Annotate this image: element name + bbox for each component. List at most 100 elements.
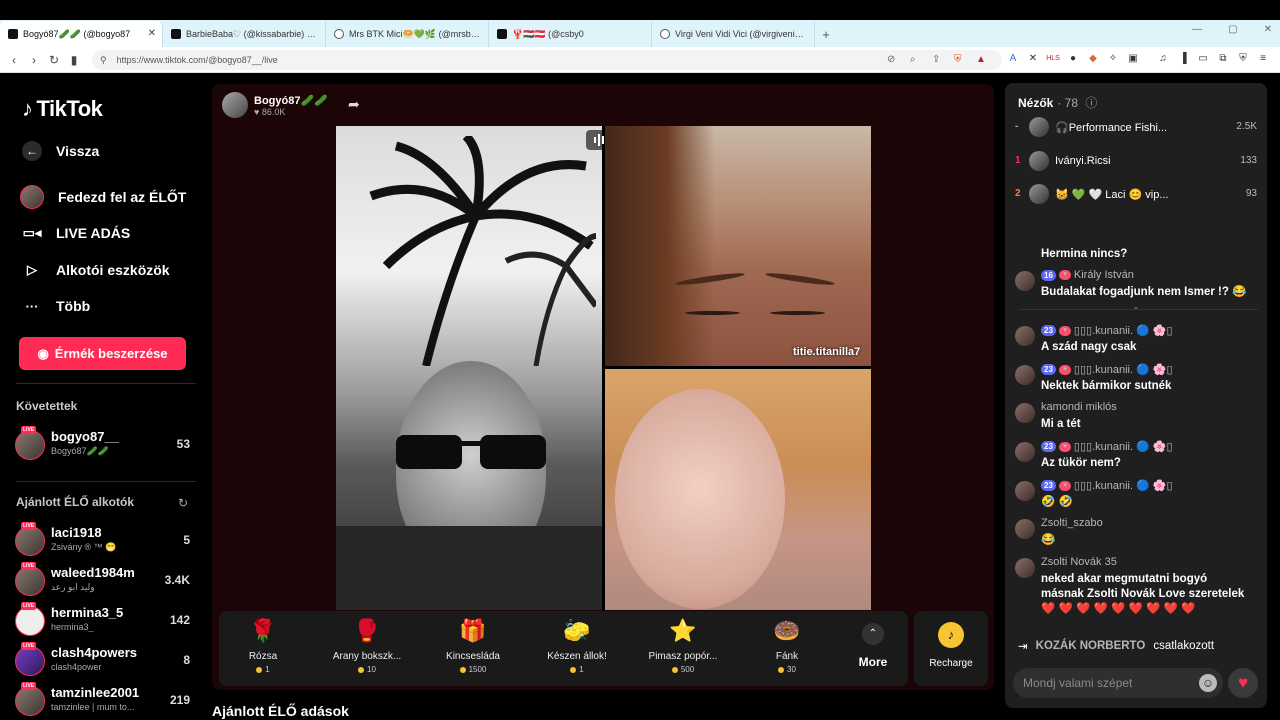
bookmark-icon[interactable]: ▮ bbox=[64, 53, 84, 67]
viewer-row[interactable]: 1 Iványi.Ricsi 133 bbox=[1013, 151, 1261, 173]
forward-icon[interactable]: › bbox=[24, 53, 44, 67]
message-user[interactable]: ▯▯▯.kunanii. 🔵 🌸▯ bbox=[1074, 324, 1173, 337]
site-info-icon[interactable]: ⚲ bbox=[100, 55, 107, 66]
arrow-left-icon: ← bbox=[22, 141, 42, 161]
share-icon[interactable]: ➦ bbox=[348, 96, 360, 113]
viewer-count: 53 bbox=[176, 437, 190, 451]
extension-translate-icon[interactable]: A bbox=[1006, 52, 1020, 66]
join-user[interactable]: KOZÁK NORBERTO bbox=[1036, 640, 1146, 652]
nav-explore-live[interactable]: Fedezd fel az ÉLŐT bbox=[20, 185, 186, 209]
nav-creator-tools[interactable]: ▷ Alkotói eszközök bbox=[22, 260, 170, 280]
suggested-item[interactable]: LIVE waleed1984m وليد ابو رعد 3.4K bbox=[15, 562, 195, 598]
viewer-row[interactable]: - 🎧Performance Fishi... 2.5K bbox=[1013, 117, 1261, 139]
message-user[interactable]: ▯▯▯.kunanii. 🔵 🌸▯ bbox=[1074, 479, 1173, 492]
message-header: Zsolti_szabo bbox=[1041, 517, 1103, 529]
message-user[interactable]: Király István bbox=[1074, 269, 1134, 281]
emoji-icon[interactable]: ☺ bbox=[1199, 674, 1217, 692]
avatar[interactable] bbox=[1015, 519, 1035, 539]
join-text: csatlakozott bbox=[1153, 640, 1215, 652]
avatar[interactable] bbox=[1015, 442, 1035, 462]
video-grid[interactable]: titie.titanilla7 bbox=[336, 126, 871, 610]
close-window-icon[interactable]: ✕ bbox=[1264, 24, 1272, 35]
extensions-puzzle-icon[interactable]: ✧ bbox=[1106, 52, 1120, 66]
rewards-icon[interactable]: ▲ bbox=[976, 54, 986, 65]
avatar bbox=[20, 185, 44, 209]
viewers-header[interactable]: Nézők · 78 ⓘ bbox=[1018, 94, 1097, 111]
avatar[interactable] bbox=[1015, 481, 1035, 501]
more-gifts-button[interactable]: ⌃ More bbox=[853, 623, 893, 669]
extension-icon[interactable]: ▣ bbox=[1126, 52, 1140, 66]
vpn-icon[interactable]: ⛨ bbox=[1236, 52, 1250, 66]
get-coins-button[interactable]: ◉ Érmék beszerzése bbox=[19, 337, 186, 370]
tiktok-logo[interactable]: ♪ TikTok bbox=[22, 96, 103, 122]
viewer-count: 3.4K bbox=[164, 573, 190, 587]
avatar[interactable] bbox=[1015, 403, 1035, 423]
nav-go-live[interactable]: ▭◂ LIVE ADÁS bbox=[22, 223, 131, 243]
url-field[interactable]: ⚲ https://www.tiktok.com/@bogyo87__/live… bbox=[92, 50, 1002, 70]
reload-icon[interactable]: ↻ bbox=[44, 53, 64, 67]
display-name: tamzinlee | mum to... bbox=[51, 702, 135, 712]
message-user[interactable]: ▯▯▯.kunanii. 🔵 🌸▯ bbox=[1074, 440, 1173, 453]
shield-icon[interactable]: ⛨ bbox=[954, 54, 962, 65]
avatar[interactable] bbox=[1015, 326, 1035, 346]
gift-item[interactable]: 🧽 Készen állok! 1 bbox=[527, 617, 627, 674]
avatar[interactable] bbox=[1015, 558, 1035, 578]
tab-4[interactable]: Virgi Veni Vidi Vici (@virgivenividivic bbox=[652, 21, 815, 47]
extension-icon[interactable]: ✕ bbox=[1026, 52, 1040, 66]
message-user[interactable]: ▯▯▯.kunanii. 🔵 🌸▯ bbox=[1074, 363, 1173, 376]
tab-1[interactable]: BarbieBaba♡ (@kissabarbie) ÉLŐ a bbox=[163, 21, 326, 47]
gift-item[interactable]: 🌹 Rózsa 1 bbox=[213, 617, 313, 674]
media-icon[interactable]: ♫ bbox=[1156, 52, 1170, 66]
gift-item[interactable]: 🎁 Kincsesláda 1500 bbox=[423, 617, 523, 674]
message-user[interactable]: Zsolti Novák 35 bbox=[1041, 556, 1117, 568]
gift-item[interactable]: 🍩 Fánk 30 bbox=[737, 617, 837, 674]
share-icon[interactable]: ⇪ bbox=[932, 54, 940, 65]
following-item[interactable]: LIVE bogyo87__ Bogyó87🥒🥒 53 bbox=[15, 426, 195, 462]
close-tab-icon[interactable]: ✕ bbox=[148, 28, 156, 39]
more-label: More bbox=[858, 655, 888, 669]
zoom-icon[interactable]: ⌕ bbox=[910, 54, 916, 65]
extension-icon[interactable]: ◆ bbox=[1086, 52, 1100, 66]
recharge-button[interactable]: ♪ Recharge bbox=[914, 611, 988, 686]
message-user[interactable]: Zsolti_szabo bbox=[1041, 517, 1103, 529]
nav-more[interactable]: ··· Több bbox=[22, 296, 91, 316]
wallet-icon[interactable]: ▭ bbox=[1196, 52, 1210, 66]
suggested-item[interactable]: LIVE laci1918 Zsivány ® ™ 😁 5 bbox=[15, 522, 195, 558]
tab-2[interactable]: Mrs BTK Mici🥯💚🌿 (@mrsbtk) bbox=[326, 21, 489, 47]
avatar[interactable] bbox=[1015, 271, 1035, 291]
translate-icon[interactable]: ⊘ bbox=[887, 54, 895, 65]
back-button[interactable]: ← Vissza bbox=[22, 141, 99, 161]
more-dots-icon: ··· bbox=[25, 298, 39, 314]
host-avatar[interactable] bbox=[222, 92, 248, 118]
chat-input[interactable]: Mondj valami szépet ☺ bbox=[1013, 668, 1223, 698]
minimize-icon[interactable]: — bbox=[1192, 24, 1202, 35]
suggested-item[interactable]: LIVE hermina3_5 hermina3_ 142 bbox=[15, 602, 195, 638]
like-button[interactable]: ♥ bbox=[1228, 668, 1258, 698]
sidebar-icon[interactable]: ▐ bbox=[1176, 52, 1190, 66]
gift-item[interactable]: 🥊 Arany bokszk... 10 bbox=[317, 617, 417, 674]
avatar[interactable] bbox=[1015, 365, 1035, 385]
viewer-score: 2.5K bbox=[1236, 121, 1257, 132]
host-info[interactable]: Bogyó87🥒🥒 ♥ 86.0K bbox=[222, 92, 328, 118]
tab-0[interactable]: Bogyó87🥒🥒 (@bogyo87 ✕ bbox=[0, 21, 163, 47]
collapse-chevron-icon[interactable]: ⌄ bbox=[1132, 301, 1140, 312]
info-icon[interactable]: ⓘ bbox=[1085, 96, 1097, 110]
suggested-item[interactable]: LIVE tamzinlee2001 tamzinlee | mum to...… bbox=[15, 682, 195, 718]
menu-icon[interactable]: ≡ bbox=[1256, 52, 1270, 66]
level-badge: 23 bbox=[1041, 325, 1056, 336]
username: waleed1984m bbox=[51, 565, 135, 580]
tab-3[interactable]: 🦞🇭🇺🇦🇹 (@csby0 bbox=[489, 21, 652, 47]
refresh-icon[interactable]: ↻ bbox=[178, 496, 188, 510]
maximize-icon[interactable]: ▢ bbox=[1228, 24, 1237, 35]
extension-icon[interactable]: ● bbox=[1066, 52, 1080, 66]
viewer-row[interactable]: 2 😸 💚 🤍 Laci 😊 vip... 93 bbox=[1013, 184, 1261, 206]
new-tab-button[interactable]: + bbox=[815, 21, 837, 47]
message-user[interactable]: kamondi miklós bbox=[1041, 401, 1117, 413]
nav-label: Alkotói eszközök bbox=[56, 262, 170, 278]
gift-item[interactable]: ⭐ Pimasz popór... 500 bbox=[633, 617, 733, 674]
extension-hls-icon[interactable]: HLS bbox=[1046, 52, 1060, 66]
tab-search-icon[interactable]: ⧉ bbox=[1216, 52, 1230, 66]
suggested-item[interactable]: LIVE clash4powers clash4power 8 bbox=[15, 642, 195, 678]
back-icon[interactable]: ‹ bbox=[4, 53, 24, 67]
boxing-glove-icon: 🥊 bbox=[353, 618, 381, 643]
